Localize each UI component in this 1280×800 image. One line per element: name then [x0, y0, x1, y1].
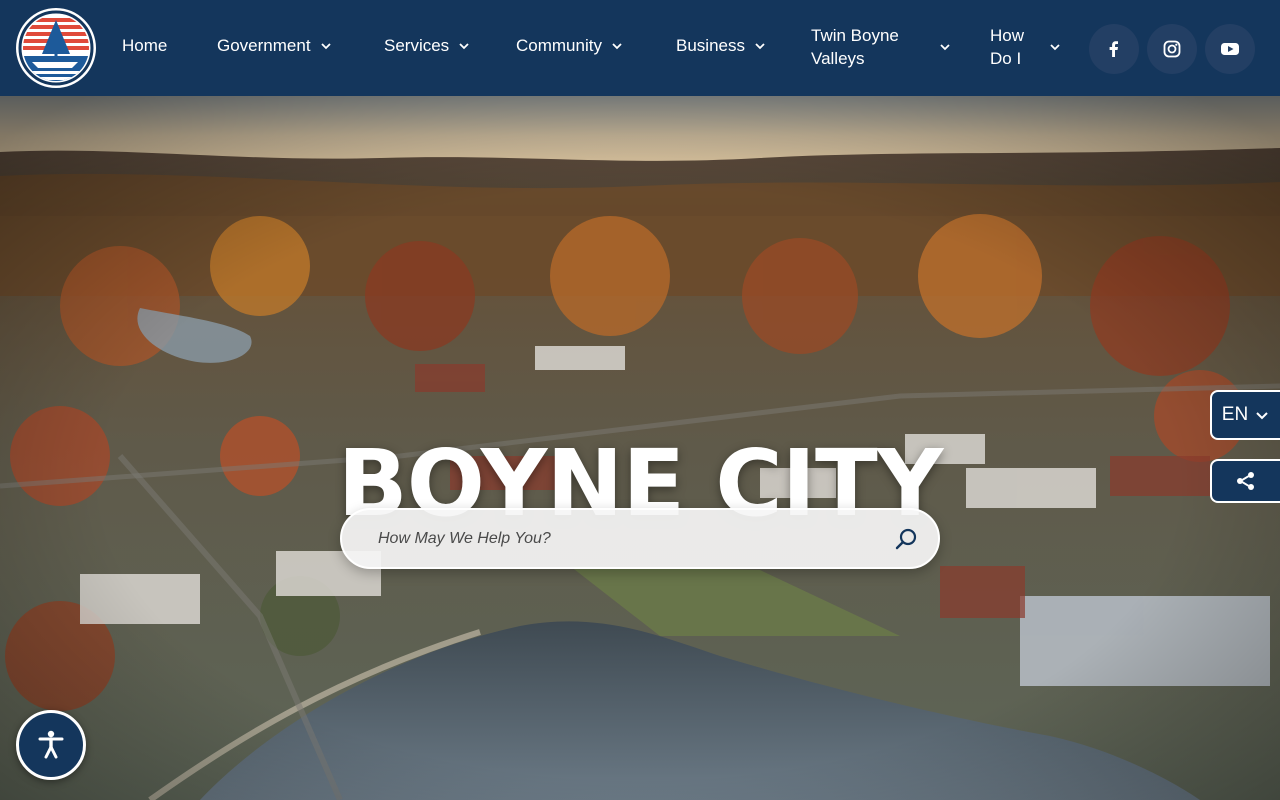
share-button[interactable]: [1210, 459, 1280, 503]
hero-section: BOYNE CITY: [0, 96, 1280, 800]
youtube-link[interactable]: [1205, 24, 1255, 74]
nav-item-label: Services: [384, 36, 450, 55]
boyne-city-logo[interactable]: [18, 10, 94, 86]
top-navigation-bar: Home Government Services Community Busin…: [0, 0, 1280, 96]
nav-item-label: Twin Boyne Valleys: [811, 26, 899, 68]
chevron-down-icon: [940, 44, 950, 51]
nav-item-home[interactable]: Home: [122, 36, 167, 56]
nav-item-label: Home: [122, 36, 168, 55]
language-selector[interactable]: EN: [1210, 390, 1280, 440]
nav-item-label: Business: [676, 36, 745, 55]
nav-item-label: How Do I: [990, 26, 1025, 68]
chevron-down-icon: [1050, 44, 1060, 51]
nav-item-government[interactable]: Government: [217, 36, 333, 56]
nav-item-business[interactable]: Business: [676, 36, 767, 56]
youtube-icon: [1221, 43, 1239, 55]
search-input[interactable]: [376, 528, 892, 549]
instagram-link[interactable]: [1147, 24, 1197, 74]
nav-item-community[interactable]: Community: [516, 36, 624, 56]
chevron-down-icon: [612, 43, 622, 50]
facebook-icon: [1109, 41, 1118, 57]
boyne-city-logo-icon: [18, 10, 94, 86]
share-icon: [1237, 472, 1254, 490]
facebook-link[interactable]: [1089, 24, 1139, 74]
accessibility-button[interactable]: [16, 710, 86, 780]
site-search-bar[interactable]: [340, 508, 940, 569]
nav-item-twin-boyne-valleys[interactable]: Twin Boyne Valleys: [811, 24, 956, 70]
nav-item-services[interactable]: Services: [384, 36, 471, 56]
chevron-down-icon: [755, 43, 765, 50]
chevron-down-icon: [459, 43, 469, 50]
nav-item-label: Community: [516, 36, 602, 55]
search-icon[interactable]: [892, 525, 920, 553]
accessibility-icon: [38, 730, 64, 759]
instagram-icon: [1163, 40, 1181, 58]
chevron-down-icon: [320, 43, 331, 50]
chevron-down-icon: [1256, 412, 1268, 420]
nav-item-label: Government: [217, 36, 311, 55]
nav-item-how-do-i[interactable]: How Do I: [990, 24, 1065, 70]
language-label: EN: [1221, 404, 1249, 425]
